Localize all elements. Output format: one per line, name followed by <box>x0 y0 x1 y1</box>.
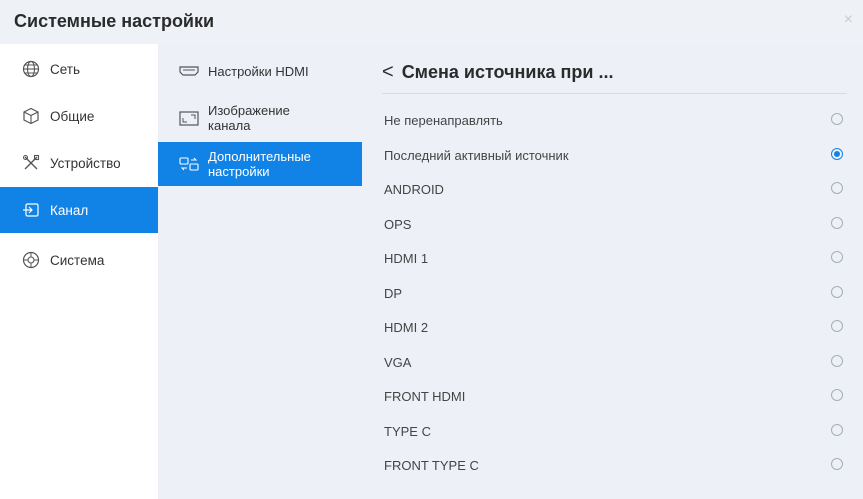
list-item[interactable]: Не перенаправлять <box>362 103 863 137</box>
primary-sidebar: Сеть Общие Устройство Канал Система <box>0 44 158 499</box>
option-label: TYPE C <box>384 423 431 439</box>
radio-button[interactable] <box>831 424 843 436</box>
radio-button[interactable] <box>831 217 843 229</box>
sidebar-item-system[interactable]: Система <box>0 237 158 283</box>
system-icon <box>22 251 40 269</box>
panel-header: < Смена источника при ... <box>382 61 613 84</box>
option-label: FRONT TYPE C <box>384 457 479 473</box>
subnav-item-label: Изображение канала <box>208 103 290 133</box>
option-label: Последний активный источник <box>384 147 569 163</box>
subnav-item-hdmi-settings[interactable]: Настройки HDMI <box>158 48 362 94</box>
list-item[interactable]: VGA <box>362 345 863 379</box>
list-item[interactable]: ANDROID <box>362 172 863 206</box>
radio-button[interactable] <box>831 182 843 194</box>
option-label: OPS <box>384 216 412 232</box>
list-item[interactable]: FRONT HDMI <box>362 379 863 413</box>
radio-button[interactable] <box>831 286 843 298</box>
subnav-item-channel-image[interactable]: Изображение канала <box>158 94 362 142</box>
subnav-item-label: Настройки HDMI <box>208 63 309 79</box>
radio-button[interactable] <box>831 389 843 401</box>
radio-button[interactable] <box>831 458 843 470</box>
close-icon[interactable]: × <box>844 12 853 28</box>
sidebar-item-label: Система <box>50 252 105 268</box>
sidebar-item-general[interactable]: Общие <box>0 93 158 139</box>
radio-button[interactable] <box>831 251 843 263</box>
sidebar-item-channel[interactable]: Канал <box>0 187 158 233</box>
cube-icon <box>23 107 39 125</box>
radio-button[interactable] <box>831 113 843 125</box>
option-label: FRONT HDMI <box>384 388 466 404</box>
radio-button[interactable] <box>831 320 843 332</box>
list-item[interactable]: OPS <box>362 207 863 241</box>
subnav-item-label: Дополнительные настройки <box>208 149 311 179</box>
option-label: HDMI 1 <box>384 250 429 266</box>
sidebar-item-network[interactable]: Сеть <box>0 46 158 92</box>
picture-icon <box>179 111 199 126</box>
tools-icon <box>22 154 40 170</box>
option-label: DP <box>384 285 403 301</box>
radio-button[interactable] <box>831 355 843 367</box>
secondary-sidebar: Настройки HDMI Изображение канала Дополн… <box>158 44 362 499</box>
page-title: Смена источника при ... <box>401 62 614 82</box>
list-item[interactable]: HDMI 1 <box>362 241 863 275</box>
title-bar: Системные настройки × <box>0 0 863 44</box>
sidebar-item-label: Сеть <box>50 61 81 77</box>
divider <box>382 93 847 94</box>
sidebar-item-label: Устройство <box>50 155 121 171</box>
option-label: VGA <box>384 354 412 370</box>
option-label: Не перенаправлять <box>384 112 503 128</box>
input-icon <box>23 203 39 217</box>
option-label: HDMI 2 <box>384 319 429 335</box>
subnav-item-advanced-settings[interactable]: Дополнительные настройки <box>158 142 362 186</box>
list-item[interactable]: Последний активный источник <box>362 138 863 172</box>
radio-button-selected[interactable] <box>831 148 843 160</box>
sidebar-item-label: Общие <box>50 108 95 124</box>
sidebar-item-label: Канал <box>50 202 89 218</box>
sidebar-item-device[interactable]: Устройство <box>0 140 158 186</box>
options-panel: < Смена источника при ... Не перенаправл… <box>362 44 863 499</box>
list-item[interactable]: DP <box>362 276 863 310</box>
list-item[interactable]: TYPE C <box>362 414 863 448</box>
globe-icon <box>22 60 40 78</box>
advanced-icon <box>179 157 199 171</box>
window-title: Системные настройки <box>14 11 215 31</box>
list-item[interactable]: FRONT TYPE C <box>362 448 863 482</box>
hdmi-icon <box>179 66 199 76</box>
list-item[interactable]: HDMI 2 <box>362 310 863 344</box>
back-arrow-icon[interactable]: < <box>382 61 394 84</box>
option-label: ANDROID <box>384 181 444 197</box>
